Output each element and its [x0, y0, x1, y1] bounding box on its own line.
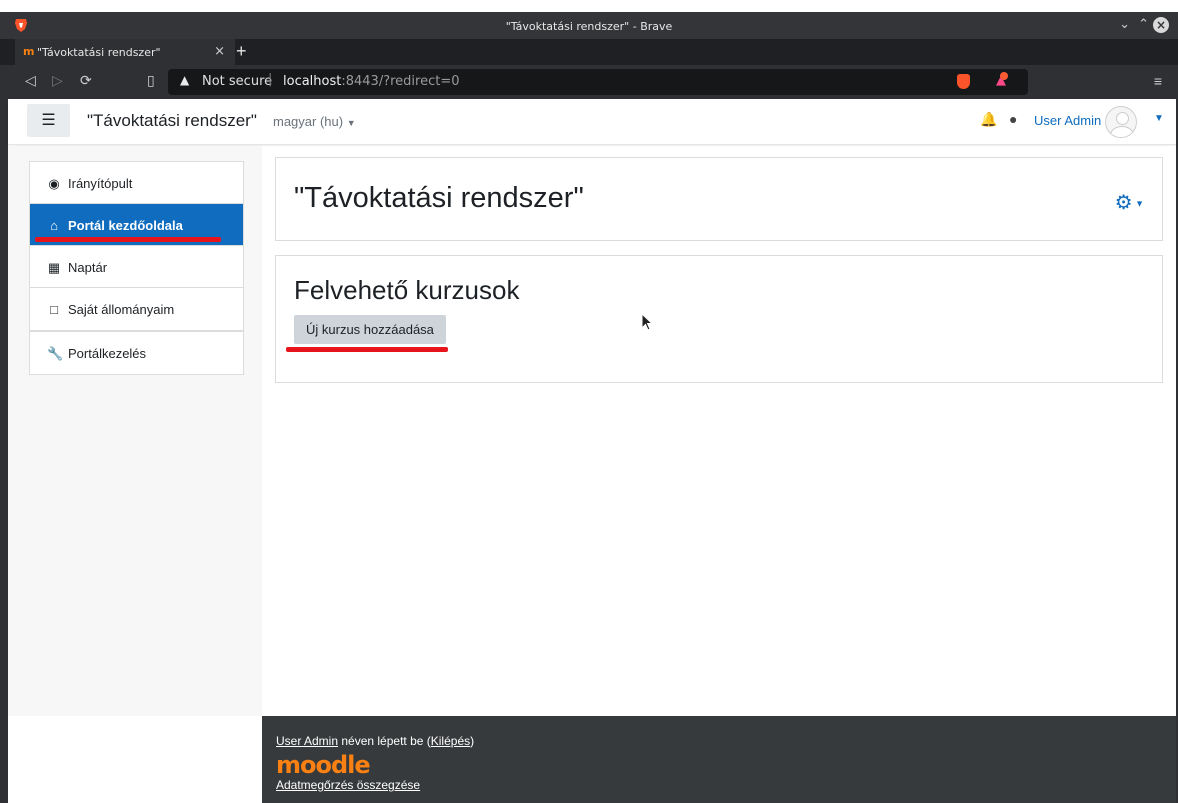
screen: "Távoktatási rendszer" - Brave ⌄ ⌃ × m "…: [0, 0, 1178, 803]
minimize-icon[interactable]: ⌄: [1119, 17, 1130, 32]
drawer-admin-group: 🔧 Portálkezelés: [29, 331, 244, 375]
page-footer: User Admin néven lépett be (Kilépés) moo…: [262, 716, 1176, 803]
calendar-icon: ▦: [47, 260, 61, 275]
messages-icon[interactable]: ●: [1009, 111, 1017, 127]
close-tab-icon[interactable]: ×: [214, 44, 225, 59]
privacy-summary-link[interactable]: Adatmegőrzés összegzése: [276, 778, 420, 792]
maximize-icon[interactable]: ⌃: [1138, 17, 1149, 32]
home-icon: ⌂: [50, 218, 58, 233]
login-info-text: néven lépett be (: [338, 734, 431, 748]
moodle-favicon-icon: m: [23, 45, 35, 58]
browser-toolbar: ◁ ▷ ⟳ ▯ ▲ Not secure | localhost:8443/?r…: [0, 65, 1178, 99]
url-path: :8443/?redirect=0: [341, 74, 460, 89]
reload-icon[interactable]: ⟳: [80, 73, 92, 89]
login-info-close: ): [470, 734, 475, 748]
gear-icon[interactable]: ⚙ ▼: [1115, 190, 1144, 215]
language-label: magyar (hu): [273, 114, 344, 129]
dashboard-icon: ◉: [48, 176, 60, 191]
available-courses-card: Felvehető kurzusok Új kurzus hozzáadása: [275, 255, 1163, 383]
tab-strip: m "Távoktatási rendszer" × +: [0, 39, 1178, 65]
logout-link[interactable]: Kilépés: [431, 734, 470, 748]
address-separator: |: [268, 72, 273, 87]
back-icon[interactable]: ◁: [25, 73, 36, 89]
site-name[interactable]: "Távoktatási rendszer": [87, 111, 257, 131]
warning-icon: ▲: [180, 73, 190, 87]
language-menu[interactable]: magyar (hu) ▼: [273, 114, 356, 129]
annotation-underline-home: [35, 237, 221, 242]
moodle-navbar: ☰ "Távoktatási rendszer" magyar (hu) ▼ 🔔…: [8, 99, 1176, 145]
section-title: Felvehető kurzusok: [294, 275, 520, 305]
drawer-item-calendar[interactable]: ▦ Naptár: [30, 246, 243, 288]
url-text[interactable]: localhost:8443/?redirect=0: [283, 74, 460, 89]
user-menu-caret-icon[interactable]: ▼: [1154, 113, 1164, 124]
drawer-item-label: Portálkezelés: [68, 346, 147, 361]
browser-tab[interactable]: m "Távoktatási rendszer" ×: [15, 39, 235, 65]
window-titlebar: "Távoktatási rendszer" - Brave ⌄ ⌃ ×: [0, 12, 1178, 39]
page-header-card: "Távoktatási rendszer" ⚙ ▼: [275, 157, 1163, 241]
address-bar[interactable]: ▲ Not secure | localhost:8443/?redirect=…: [168, 69, 1028, 95]
annotation-underline-add-course: [286, 347, 448, 352]
drawer-item-site-admin[interactable]: 🔧 Portálkezelés: [30, 332, 243, 374]
security-label[interactable]: Not secure: [202, 74, 272, 89]
file-icon: □: [50, 302, 58, 317]
window-border-left: [0, 99, 8, 803]
forward-icon[interactable]: ▷: [52, 73, 63, 89]
drawer-item-label: Irányítópult: [68, 176, 133, 191]
moodle-logo[interactable]: moodle: [276, 751, 371, 779]
rewards-badge: [1000, 72, 1008, 80]
wrench-icon: 🔧: [47, 346, 64, 361]
drawer-nav-group: ◉ Irányítópult ⌂ Portál kezdőoldala ▦ Na…: [29, 161, 244, 331]
mouse-cursor-icon: [641, 313, 653, 331]
tab-title: "Távoktatási rendszer": [37, 46, 161, 59]
url-host: localhost: [283, 74, 342, 89]
login-info: User Admin néven lépett be (Kilépés): [276, 734, 474, 748]
drawer-item-label: Portál kezdőoldala: [68, 218, 183, 233]
drawer-item-private-files[interactable]: □ Saját állományaim: [30, 288, 243, 330]
new-tab-icon[interactable]: +: [236, 41, 247, 62]
add-course-button[interactable]: Új kurzus hozzáadása: [294, 315, 446, 344]
page-title: "Távoktatási rendszer": [294, 182, 584, 214]
drawer-toggle-icon[interactable]: ☰: [27, 104, 70, 137]
drawer-item-dashboard[interactable]: ◉ Irányítópult: [30, 162, 243, 204]
browser-menu-icon[interactable]: ≡: [1154, 73, 1162, 89]
privacy-info: Adatmegőrzés összegzése: [276, 778, 420, 792]
window-title: "Távoktatási rendszer" - Brave: [505, 20, 673, 33]
chevron-down-icon: ▼: [346, 118, 356, 128]
drawer-item-label: Naptár: [68, 260, 108, 275]
close-window-icon[interactable]: ×: [1153, 17, 1169, 33]
bookmark-icon[interactable]: ▯: [147, 73, 155, 89]
brave-shields-icon[interactable]: [957, 74, 970, 89]
user-avatar[interactable]: [1105, 106, 1137, 138]
user-profile-link[interactable]: User Admin: [276, 734, 338, 748]
notifications-bell-icon[interactable]: 🔔: [980, 111, 997, 128]
user-name[interactable]: User Admin: [1034, 113, 1101, 128]
drawer-item-label: Saját állományaim: [68, 302, 175, 317]
